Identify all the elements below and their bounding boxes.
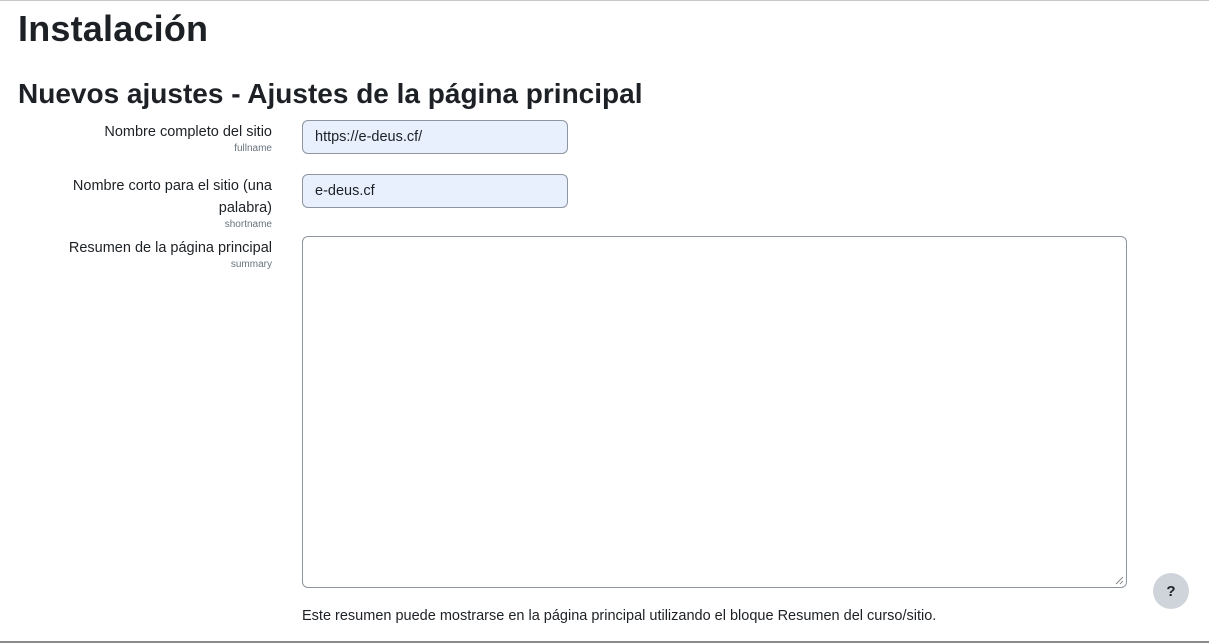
fullname-setting-name: fullname: [234, 143, 272, 154]
resize-grip-icon[interactable]: [1115, 576, 1124, 585]
shortname-input[interactable]: e-deus.cf: [302, 174, 568, 208]
page-title: Instalación: [18, 8, 209, 49]
summary-label: Resumen de la página principal: [68, 240, 272, 256]
shortname-label-line2: palabra): [218, 200, 272, 216]
shortname-label-line1: Nombre corto para el sitio (una: [72, 178, 272, 194]
summary-setting-name: summary: [230, 259, 272, 270]
fullname-label: Nombre completo del sitio: [104, 124, 272, 140]
question-mark-icon: ?: [1166, 582, 1176, 600]
top-divider: [0, 0, 1209, 1]
summary-description: Este resumen puede mostrarse en la págin…: [302, 608, 937, 624]
shortname-setting-name: shortname: [224, 219, 272, 230]
section-title: Nuevos ajustes - Ajustes de la página pr…: [18, 78, 643, 109]
help-button[interactable]: ?: [1153, 573, 1189, 609]
fullname-input[interactable]: https://e-deus.cf/: [302, 120, 568, 154]
shortname-label-group: Nombre corto para el sitio (una palabra)…: [18, 175, 272, 231]
summary-label-group: Resumen de la página principal summary: [18, 237, 272, 271]
summary-textarea[interactable]: [302, 236, 1127, 588]
fullname-label-group: Nombre completo del sitio fullname: [18, 121, 272, 155]
